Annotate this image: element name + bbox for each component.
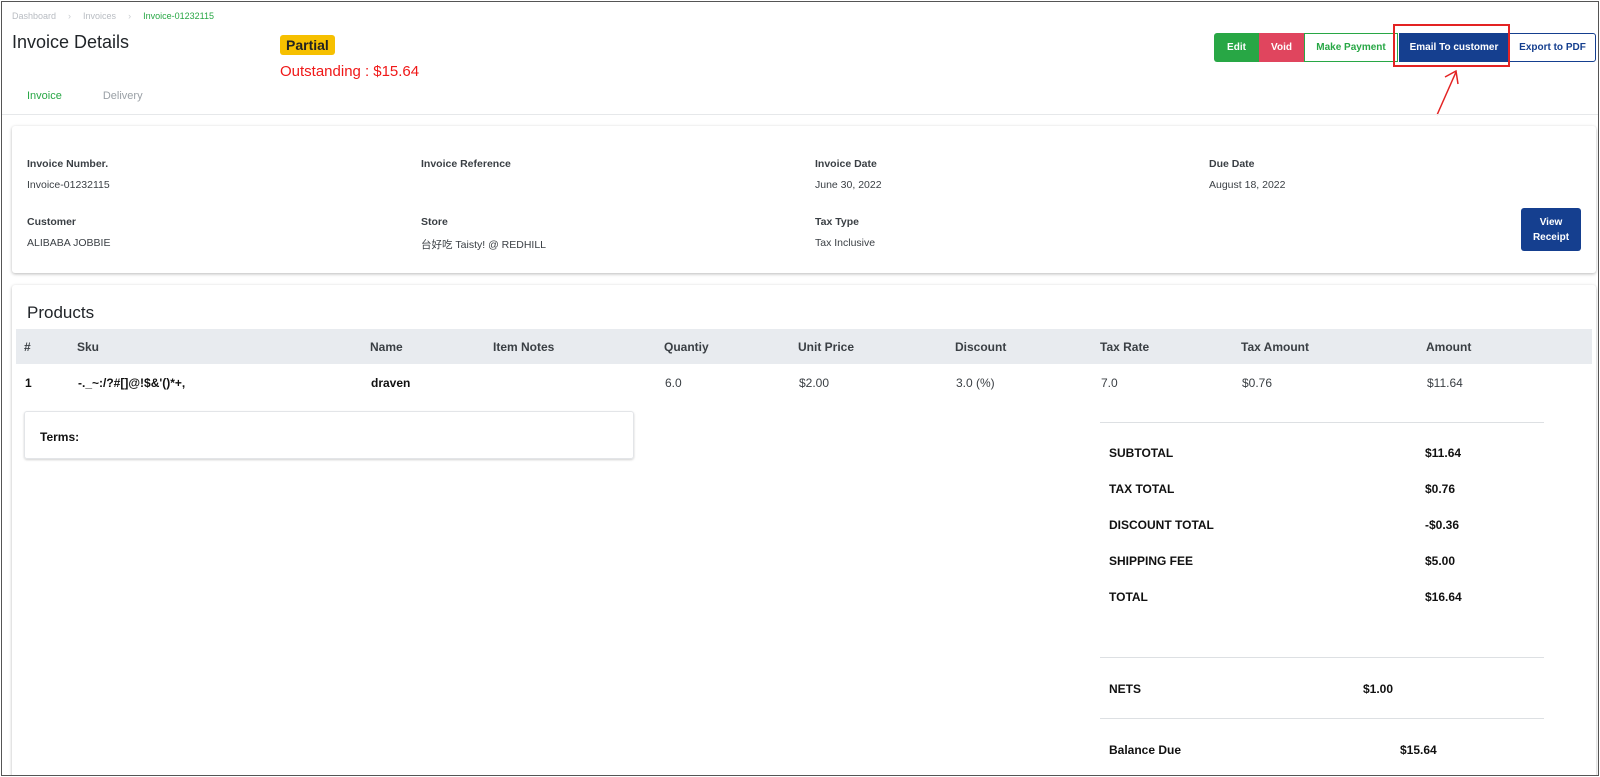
invoice-date-label: Invoice Date [815,158,877,170]
totals-divider [1100,718,1544,719]
tabs-divider [2,114,1598,115]
outstanding-label: Outstanding : [280,63,370,80]
make-payment-button[interactable]: Make Payment [1304,33,1398,62]
status-badge: Partial [280,35,335,55]
shipping-fee-value: $5.00 [1425,554,1456,568]
products-table-header: # Sku Name Item Notes Quantiy Unit Price… [16,329,1592,364]
void-button[interactable]: Void [1259,33,1304,62]
view-receipt-button[interactable]: View Receipt [1521,208,1581,251]
app-frame: Dashboard › Invoices › Invoice-01232115 … [1,1,1599,776]
balance-due-label: Balance Due [1109,743,1182,757]
subtotal-label: SUBTOTAL [1109,446,1174,460]
tab-delivery[interactable]: Delivery [95,82,151,115]
action-toolbar: Edit Void Make Payment Email To customer… [1214,33,1596,62]
annotation-arrow-icon [1436,69,1459,116]
breadcrumb-invoices[interactable]: Invoices [83,11,116,21]
outstanding-amount: Outstanding : $15.64 [280,63,419,80]
invoice-number-label: Invoice Number. [27,158,109,170]
row-sku: -._~:/?#[]@!$&'()*+, [78,376,186,390]
row-name: draven [371,376,411,390]
edit-button[interactable]: Edit [1214,33,1259,62]
due-date-label: Due Date [1209,158,1255,170]
page-title: Invoice Details [12,32,130,52]
balance-due-value: $15.64 [1400,743,1437,757]
discount-total-label: DISCOUNT TOTAL [1109,518,1214,532]
breadcrumb-separator: › [68,11,72,21]
total-label: TOTAL [1109,590,1148,604]
store-value: 台好吃 Taisty! @ REDHILL [421,239,547,251]
row-quantity: 6.0 [665,376,682,390]
terms-box: Terms: [24,411,634,459]
tab-invoice[interactable]: Invoice [19,82,70,115]
nets-value: $1.00 [1363,682,1394,696]
column-header-name: Name [370,340,403,354]
total-value: $16.64 [1425,590,1462,604]
terms-label: Terms: [40,430,80,444]
export-pdf-button[interactable]: Export to PDF [1509,33,1596,62]
tax-total-label: TAX TOTAL [1109,482,1175,496]
breadcrumb-separator: › [128,11,132,21]
column-header-number: # [24,340,31,354]
column-header-sku: Sku [77,340,100,354]
tax-total-value: $0.76 [1425,482,1456,496]
breadcrumb-dashboard[interactable]: Dashboard [12,11,56,21]
column-header-amount: Amount [1426,340,1472,354]
outstanding-value: $15.64 [373,63,420,80]
totals-divider [1100,422,1544,423]
tax-type-value: Tax Inclusive [815,237,876,249]
store-label: Store [421,216,448,228]
customer-value: ALIBABA JOBBIE [27,237,111,249]
shipping-fee-label: SHIPPING FEE [1109,554,1194,568]
nets-label: NETS [1109,682,1142,696]
column-header-quantity: Quantiy [664,340,709,354]
row-discount: 3.0 (%) [956,376,995,390]
discount-total-value: -$0.36 [1425,518,1460,532]
breadcrumb: Dashboard › Invoices › Invoice-01232115 [12,11,214,21]
tax-type-label: Tax Type [815,216,859,228]
tab-bar: Invoice Delivery [19,82,176,115]
invoice-info-card: Invoice Number. Invoice-01232115 Invoice… [12,126,1596,273]
invoice-date-value: June 30, 2022 [815,179,882,191]
row-amount: $11.64 [1427,376,1463,390]
view-receipt-label: View Receipt [1532,216,1570,243]
row-tax-amount: $0.76 [1242,376,1273,390]
products-card: Products # Sku Name Item Notes Quantiy U… [12,285,1596,775]
due-date-value: August 18, 2022 [1209,179,1286,191]
customer-label: Customer [27,216,77,228]
row-tax-rate: 7.0 [1101,376,1118,390]
column-header-unit-price: Unit Price [798,340,855,354]
subtotal-value: $11.64 [1425,446,1462,460]
totals-divider [1100,657,1544,658]
column-header-discount: Discount [955,340,1007,354]
row-number: 1 [25,376,32,390]
column-header-tax-rate: Tax Rate [1100,340,1150,354]
invoice-reference-label: Invoice Reference [421,158,511,170]
email-to-customer-button[interactable]: Email To customer [1399,33,1509,62]
row-unit-price: $2.00 [799,376,830,390]
invoice-number-value: Invoice-01232115 [27,179,110,191]
products-title: Products [27,303,95,322]
column-header-item-notes: Item Notes [493,340,555,354]
breadcrumb-current: Invoice-01232115 [143,11,214,21]
column-header-tax-amount: Tax Amount [1241,340,1309,354]
